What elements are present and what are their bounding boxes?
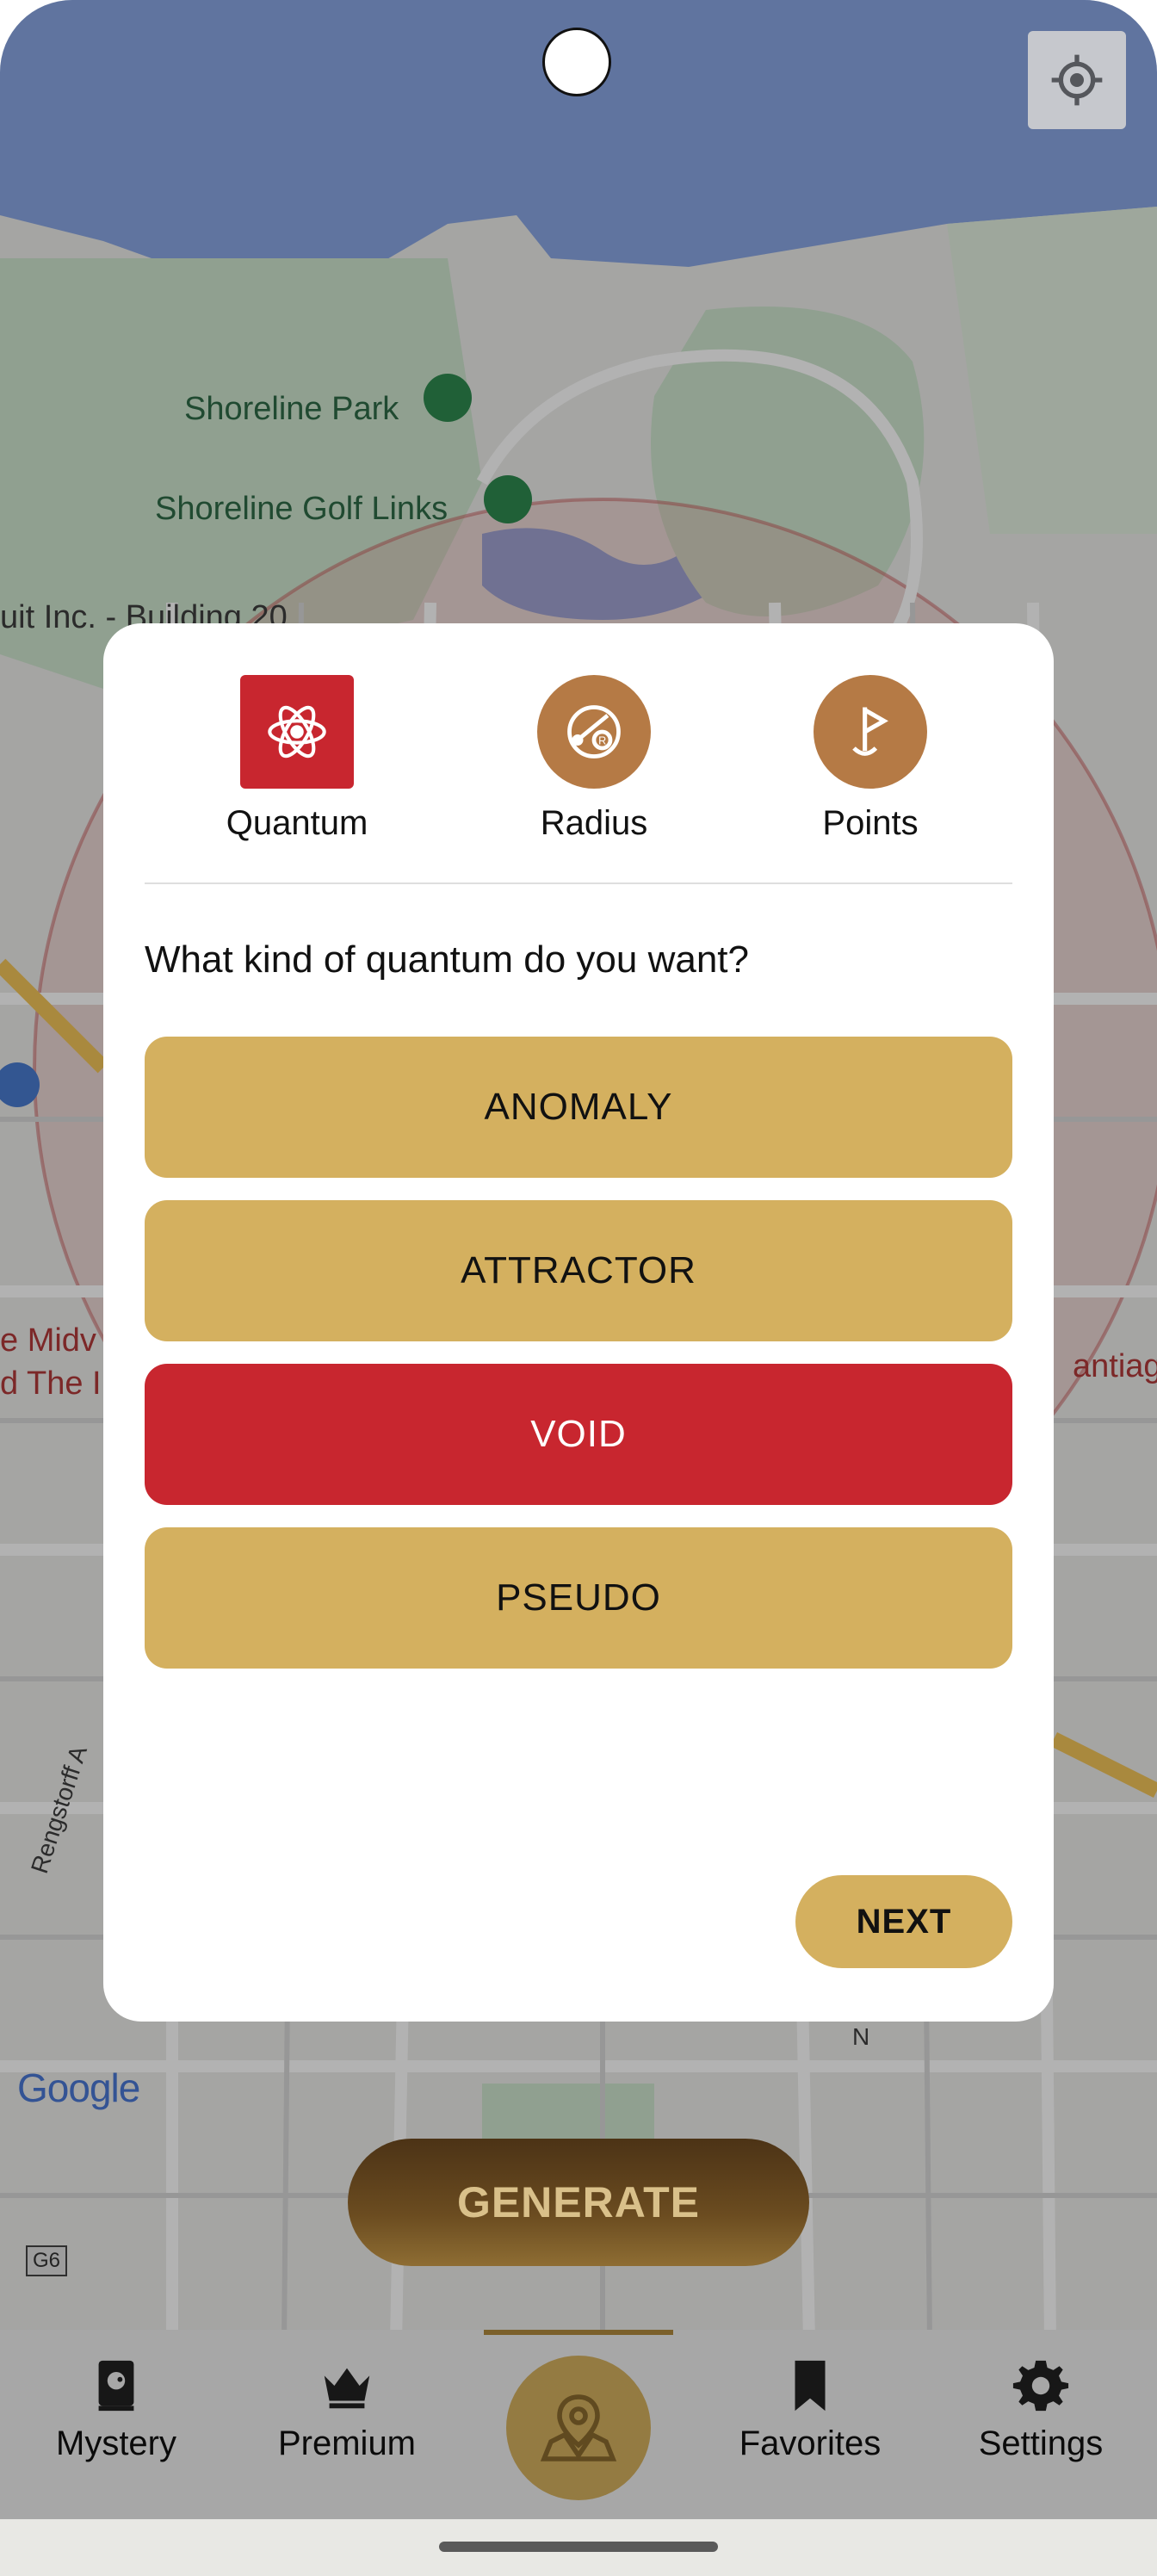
option-anomaly[interactable]: ANOMALY bbox=[145, 1037, 1012, 1178]
tab-label-quantum: Quantum bbox=[226, 804, 368, 842]
option-attractor[interactable]: ATTRACTOR bbox=[145, 1200, 1012, 1341]
tab-label-radius: Radius bbox=[540, 804, 648, 842]
option-pseudo[interactable]: PSEUDO bbox=[145, 1527, 1012, 1669]
tabs-divider bbox=[145, 882, 1012, 884]
next-button[interactable]: NEXT bbox=[795, 1875, 1012, 1968]
quantum-dialog: Quantum R Radius Points What kind of qua… bbox=[103, 623, 1054, 2022]
tab-radius[interactable]: R Radius bbox=[486, 675, 702, 843]
flag-pin-icon bbox=[814, 675, 927, 789]
crosshair-icon bbox=[1051, 54, 1103, 106]
question-text: What kind of quantum do you want? bbox=[145, 938, 749, 981]
tab-points[interactable]: Points bbox=[763, 675, 978, 843]
dialog-tabs: Quantum R Radius Points bbox=[103, 623, 1054, 883]
option-void[interactable]: VOID bbox=[145, 1364, 1012, 1505]
bottom-nav-overlay bbox=[0, 2330, 1157, 2519]
svg-text:R: R bbox=[598, 735, 606, 747]
atom-icon bbox=[240, 675, 354, 789]
camera-cutout bbox=[542, 28, 611, 96]
phone-screen: Shoreline Park Shoreline Golf Links uit … bbox=[0, 0, 1157, 2576]
generate-button[interactable]: GENERATE bbox=[348, 2139, 809, 2266]
tab-label-points: Points bbox=[822, 804, 919, 842]
home-indicator[interactable] bbox=[439, 2542, 718, 2552]
radius-icon: R bbox=[537, 675, 651, 789]
tab-quantum[interactable]: Quantum bbox=[189, 675, 405, 843]
my-location-button[interactable] bbox=[1028, 31, 1126, 129]
